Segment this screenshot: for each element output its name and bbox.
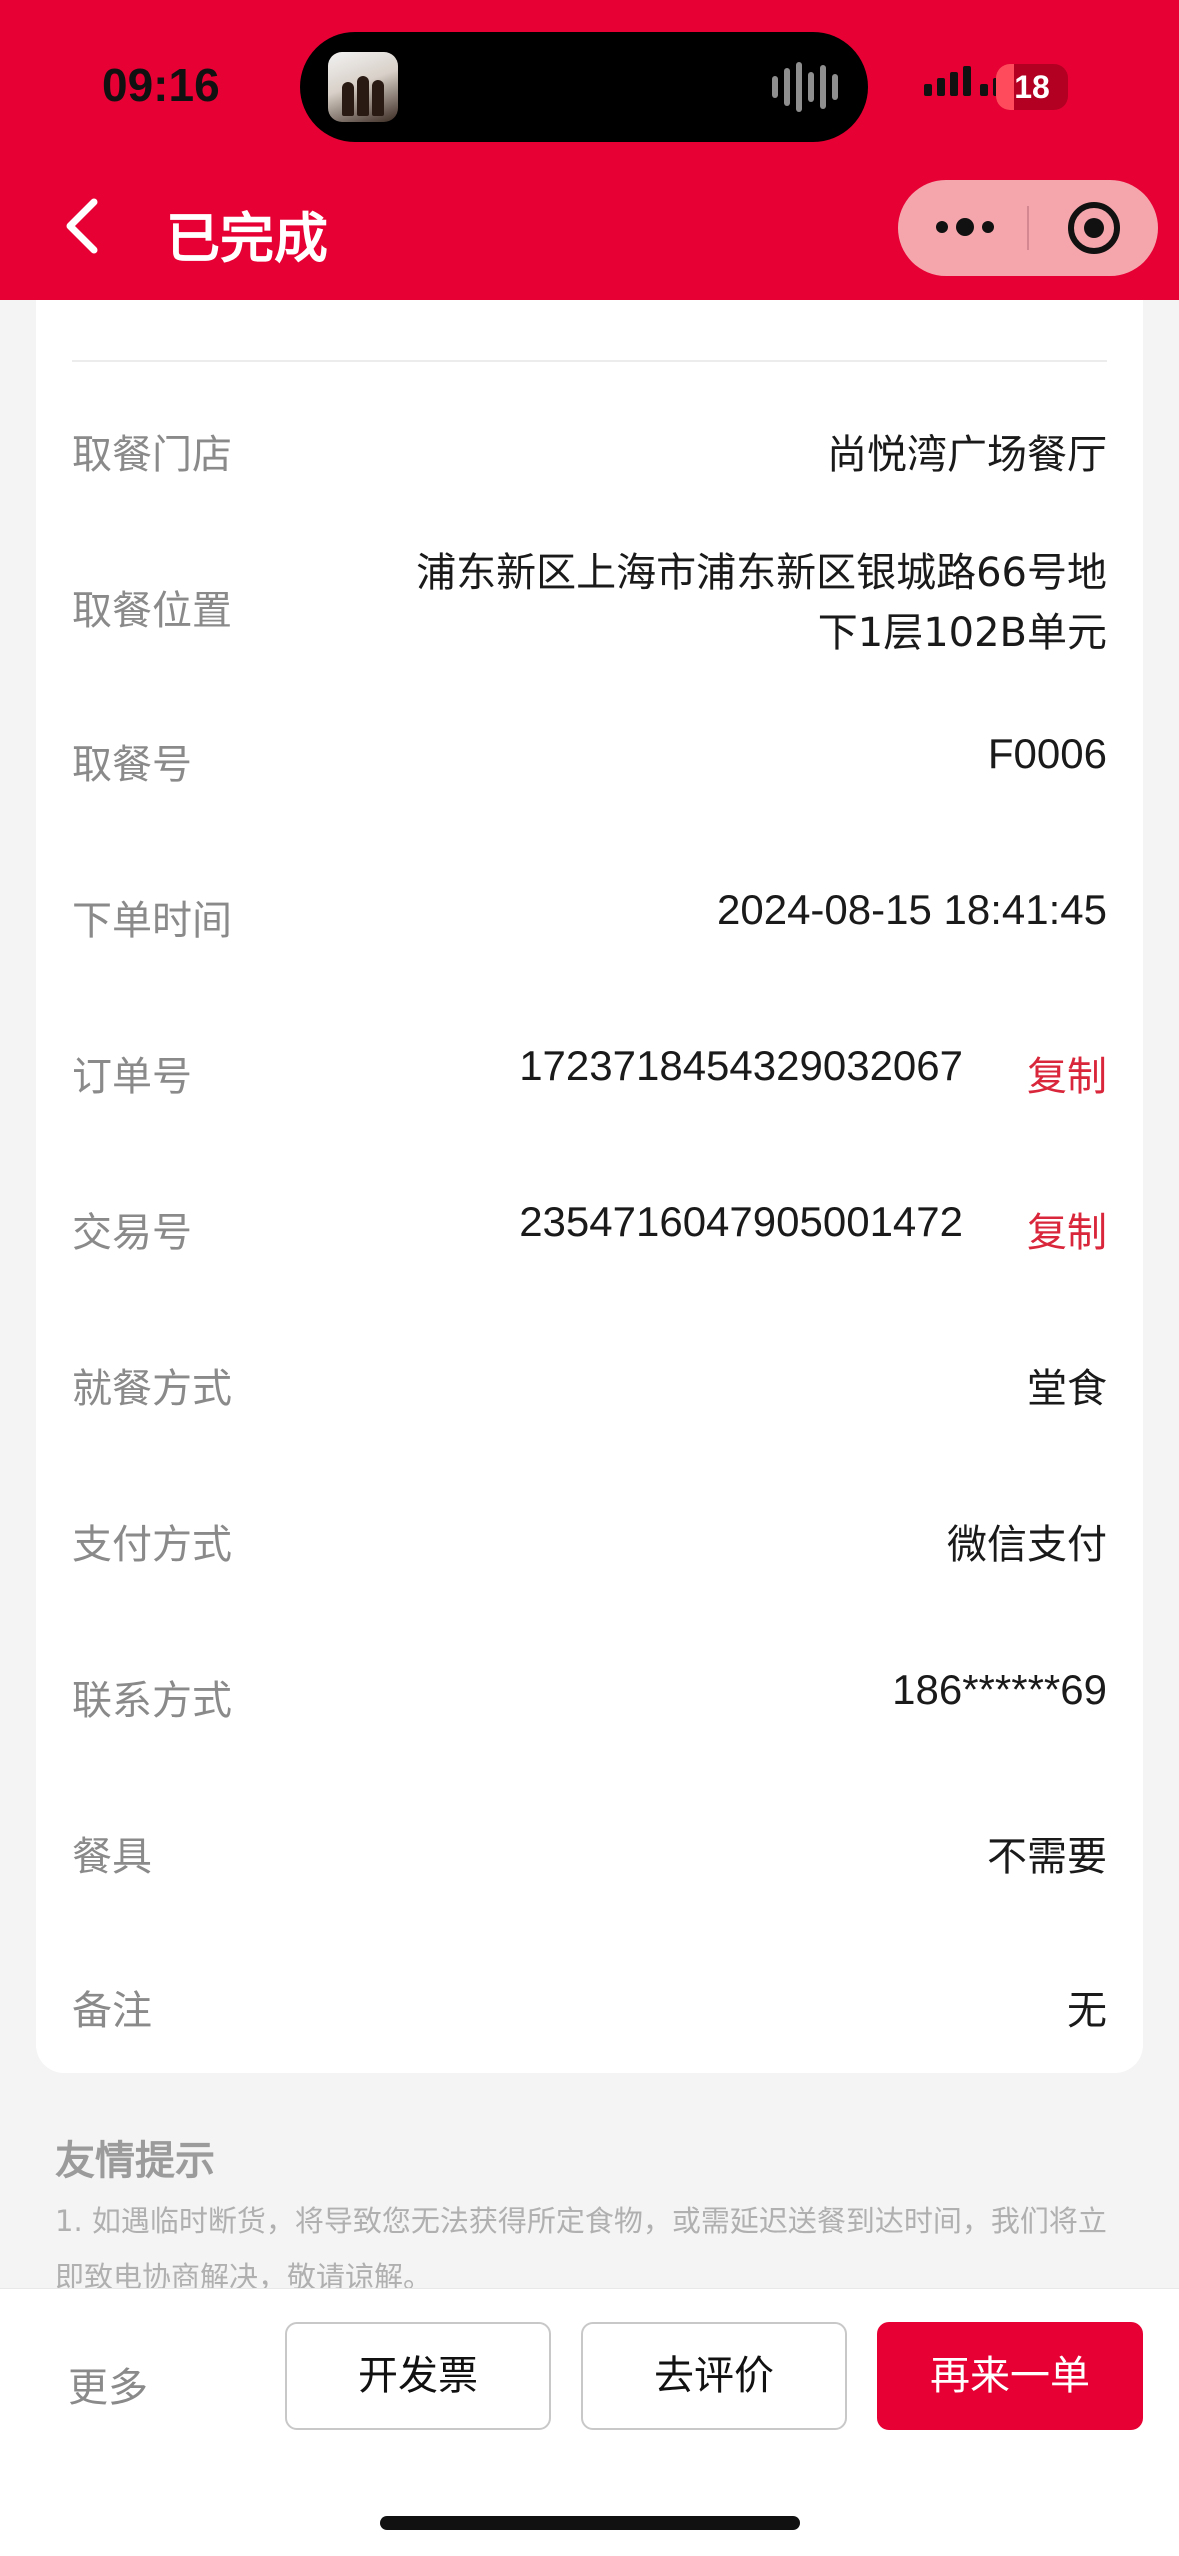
battery-indicator: 18 bbox=[996, 64, 1068, 110]
remarks-value: 无 bbox=[1067, 1988, 1107, 2034]
row-pickup-store: 取餐门店 尚悦湾广场餐厅 bbox=[72, 412, 1107, 482]
pickup-number-label: 取餐号 bbox=[72, 742, 192, 788]
battery-level: 18 bbox=[1014, 69, 1050, 105]
pickup-number-value: F0006 bbox=[987, 730, 1107, 777]
copy-transaction-number-button[interactable]: 复制 bbox=[1027, 1200, 1107, 1258]
row-pickup-number: 取餐号 F0006 bbox=[72, 722, 1107, 792]
invoice-button[interactable]: 开发票 bbox=[285, 2322, 551, 2430]
miniprogram-capsule bbox=[898, 180, 1158, 276]
audio-waveform-icon bbox=[772, 62, 838, 112]
row-order-number: 订单号 1723718454329032067 复制 bbox=[72, 1034, 1107, 1104]
status-time: 09:16 bbox=[102, 59, 220, 111]
pickup-store-label: 取餐门店 bbox=[72, 432, 232, 478]
capsule-divider bbox=[1027, 206, 1029, 250]
back-button[interactable] bbox=[58, 196, 108, 256]
row-pickup-location: 取餐位置 浦东新区上海市浦东新区银城路66号地 下1层102B单元 bbox=[72, 532, 1107, 672]
tableware-label: 餐具 bbox=[72, 1834, 152, 1880]
row-contact: 联系方式 186******69 bbox=[72, 1658, 1107, 1728]
dining-mode-label: 就餐方式 bbox=[72, 1366, 232, 1412]
order-time-value: 2024-08-15 18:41:45 bbox=[717, 886, 1107, 933]
pickup-location-line2: 下1层102B单元 bbox=[817, 610, 1107, 656]
row-payment-method: 支付方式 微信支付 bbox=[72, 1502, 1107, 1572]
back-arrow-icon bbox=[66, 198, 98, 254]
payment-method-value: 微信支付 bbox=[947, 1522, 1107, 1568]
order-number-label: 订单号 bbox=[72, 1054, 192, 1100]
more-button[interactable]: 更多 bbox=[68, 2355, 148, 2413]
top-header: 09:16 18 已完成 bbox=[0, 0, 1179, 300]
dining-mode-value: 堂食 bbox=[1027, 1366, 1107, 1412]
transaction-number-value: 2354716047905001472 bbox=[519, 1198, 963, 1245]
pickup-store-value: 尚悦湾广场餐厅 bbox=[827, 432, 1107, 478]
contact-value: 186******69 bbox=[892, 1666, 1107, 1713]
close-miniprogram-icon[interactable] bbox=[1066, 200, 1122, 256]
transaction-number-label: 交易号 bbox=[72, 1210, 192, 1256]
reorder-button[interactable]: 再来一单 bbox=[877, 2322, 1143, 2430]
row-transaction-number: 交易号 2354716047905001472 复制 bbox=[72, 1190, 1107, 1260]
copy-order-number-button[interactable]: 复制 bbox=[1027, 1044, 1107, 1102]
order-info-card: 取餐门店 尚悦湾广场餐厅 取餐位置 浦东新区上海市浦东新区银城路66号地 下1层… bbox=[36, 200, 1143, 2073]
pickup-location-label: 取餐位置 bbox=[72, 588, 232, 634]
tableware-value: 不需要 bbox=[987, 1834, 1107, 1880]
dynamic-island bbox=[300, 32, 868, 142]
row-remarks: 备注 无 bbox=[72, 1968, 1107, 2038]
row-tableware: 餐具 不需要 bbox=[72, 1814, 1107, 1884]
row-dining-mode: 就餐方式 堂食 bbox=[72, 1346, 1107, 1416]
page-title: 已完成 bbox=[166, 207, 328, 270]
order-number-value: 1723718454329032067 bbox=[519, 1042, 963, 1089]
review-button[interactable]: 去评价 bbox=[581, 2322, 847, 2430]
contact-label: 联系方式 bbox=[72, 1678, 232, 1724]
payment-method-label: 支付方式 bbox=[72, 1522, 232, 1568]
more-options-icon[interactable] bbox=[936, 218, 994, 236]
home-indicator bbox=[380, 2516, 800, 2530]
row-order-time: 下单时间 2024-08-15 18:41:45 bbox=[72, 878, 1107, 948]
order-time-label: 下单时间 bbox=[72, 898, 232, 944]
tips-title: 友情提示 bbox=[55, 2138, 215, 2184]
now-playing-artwork bbox=[328, 52, 398, 122]
pickup-location-line1: 浦东新区上海市浦东新区银城路66号地 bbox=[416, 550, 1107, 596]
card-header-divider bbox=[72, 360, 1107, 362]
remarks-label: 备注 bbox=[72, 1988, 152, 2034]
